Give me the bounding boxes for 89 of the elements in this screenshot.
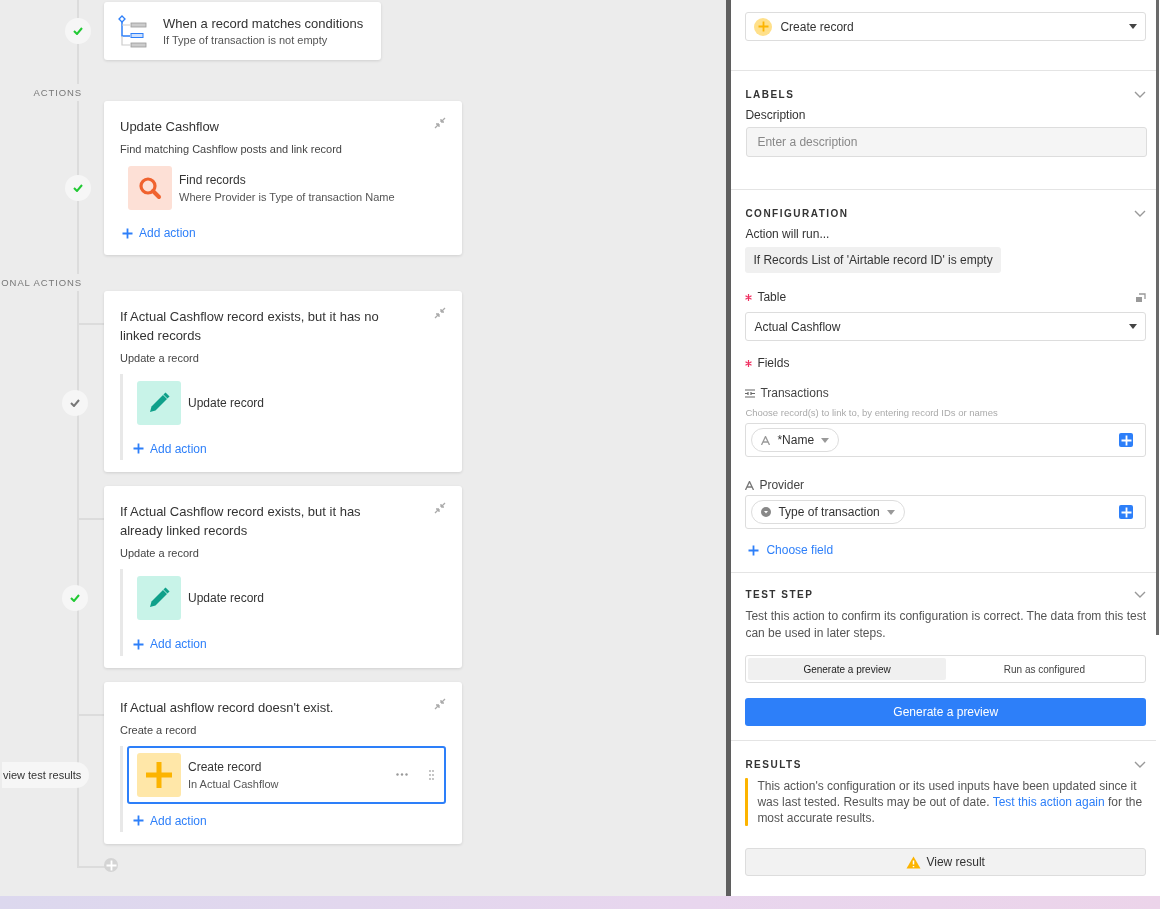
view-result-button[interactable]: View result: [745, 848, 1146, 876]
chevron-icon[interactable]: [1134, 591, 1146, 598]
group-title: If Actual ashflow record doesn't exist.: [120, 698, 335, 717]
plus-icon: [133, 815, 144, 826]
add-action-link[interactable]: Add action: [133, 441, 207, 456]
warning-message: This action's configuration or its used inputs have been updated since it was last tested. Results may be out of date. Test this action again for the most accurate results.: [757, 778, 1144, 826]
step-title: Update record: [188, 591, 266, 605]
text-field-icon: [745, 480, 755, 490]
description-field[interactable]: Enter a description: [746, 127, 1147, 157]
field-label: Action will run...: [745, 227, 831, 241]
text-type-icon: [761, 435, 771, 445]
action-step[interactable]: Find records Where Provider is Type of transaction Name: [118, 164, 446, 212]
more-icon[interactable]: [396, 773, 408, 776]
section-label: ONAL ACTIONS: [0, 273, 82, 291]
test-again-link[interactable]: Test this action again: [992, 795, 1105, 809]
section-title: TEST STEP: [745, 589, 814, 600]
field-name: Transactions: [760, 386, 829, 400]
section-title: RESULTS: [745, 759, 802, 770]
condition-chip: If Records List of 'Airtable record ID' is empty: [745, 247, 1001, 273]
mode-tab[interactable]: Generate a preview: [748, 658, 946, 680]
add-icon[interactable]: [1119, 505, 1133, 519]
plus-icon: [1120, 434, 1132, 446]
add-icon[interactable]: [1119, 433, 1133, 447]
section-title: CONFIGURATION: [745, 208, 849, 219]
action-step[interactable]: Update record: [127, 569, 446, 627]
trigger-subtitle: If Type of transaction is not empty: [163, 34, 329, 46]
plus-icon: [122, 227, 133, 239]
field-value-box[interactable]: *Name: [745, 423, 1146, 457]
group-description: Find matching Cashflow posts and link record: [120, 143, 343, 155]
add-action-link[interactable]: Add action: [133, 813, 207, 828]
pencil-icon: [137, 380, 181, 425]
field-hint: Choose record(s) to link to, by entering record IDs or names: [745, 407, 999, 418]
group-description: Create a record: [120, 723, 198, 736]
table-dropdown[interactable]: Actual Cashflow: [745, 312, 1146, 341]
caret-icon: [821, 437, 830, 443]
field-label: Description: [745, 108, 807, 122]
add-step-icon[interactable]: [104, 858, 118, 872]
action-step[interactable]: Update record: [127, 373, 446, 432]
drag-handle-icon[interactable]: [429, 769, 434, 780]
chevron-icon[interactable]: [1134, 91, 1146, 98]
step-title: Find records: [179, 173, 247, 187]
linked-field-icon: [745, 388, 756, 398]
pencil-icon: [137, 576, 181, 620]
collapse-icon[interactable]: [434, 697, 446, 710]
collapse-icon[interactable]: [434, 502, 446, 514]
caret-icon: [1129, 24, 1137, 29]
field-label: Fields: [757, 356, 790, 370]
condition-tree-icon: [118, 14, 148, 48]
plus-icon: [1120, 506, 1132, 518]
add-action-link[interactable]: Add action: [133, 637, 207, 651]
step-title: Create record: [188, 759, 263, 774]
plus-icon: [105, 859, 117, 871]
trigger-title: When a record matches conditions: [163, 16, 364, 31]
field-label: Table: [757, 290, 787, 304]
section-title: LABELS: [745, 89, 795, 100]
field-name: Provider: [759, 478, 805, 492]
section-description: Test this action to confirm its configuration is correct. The data from this test can be used in later steps.: [745, 608, 1146, 642]
action-type-dropdown[interactable]: Create record: [745, 12, 1146, 41]
plus-icon: [133, 443, 144, 454]
select-type-icon: [761, 507, 772, 517]
view-results-button[interactable]: view test results: [2, 761, 90, 788]
warning-icon: [906, 855, 922, 869]
chevron-icon[interactable]: [1134, 210, 1146, 217]
plus-icon: [133, 638, 144, 650]
collapse-icon[interactable]: [434, 306, 446, 319]
collapse-icon[interactable]: [434, 117, 446, 129]
choose-field-link[interactable]: Choose field: [748, 543, 834, 557]
mode-tab[interactable]: Run as configured: [945, 658, 1144, 680]
generate-preview-button[interactable]: Generate a preview: [745, 698, 1146, 726]
required-icon: [745, 359, 753, 367]
add-action-link[interactable]: Add action: [122, 226, 196, 240]
caret-icon: [1129, 324, 1137, 329]
step-subtitle: Where Provider is Type of transaction Name: [179, 191, 396, 203]
group-title: If Actual Cashflow record exists, but it has already linked records: [120, 503, 362, 540]
expand-icon[interactable]: [1136, 292, 1146, 302]
plus-icon: [748, 544, 760, 556]
required-icon: [745, 293, 753, 301]
search-icon: [128, 166, 172, 210]
chevron-icon[interactable]: [1134, 761, 1146, 768]
step-subtitle: In Actual Cashflow: [188, 777, 280, 790]
caret-icon: [886, 509, 895, 515]
group-title: Update Cashflow: [120, 118, 220, 136]
group-description: Update a record: [120, 351, 200, 364]
plus-icon: [754, 17, 773, 36]
step-title: Update record: [188, 395, 266, 410]
group-title: If Actual Cashflow record exists, but it has no linked records: [120, 307, 380, 345]
group-description: Update a record: [120, 547, 200, 559]
plus-icon: [137, 752, 181, 797]
field-value-box[interactable]: Type of transaction: [745, 495, 1146, 529]
